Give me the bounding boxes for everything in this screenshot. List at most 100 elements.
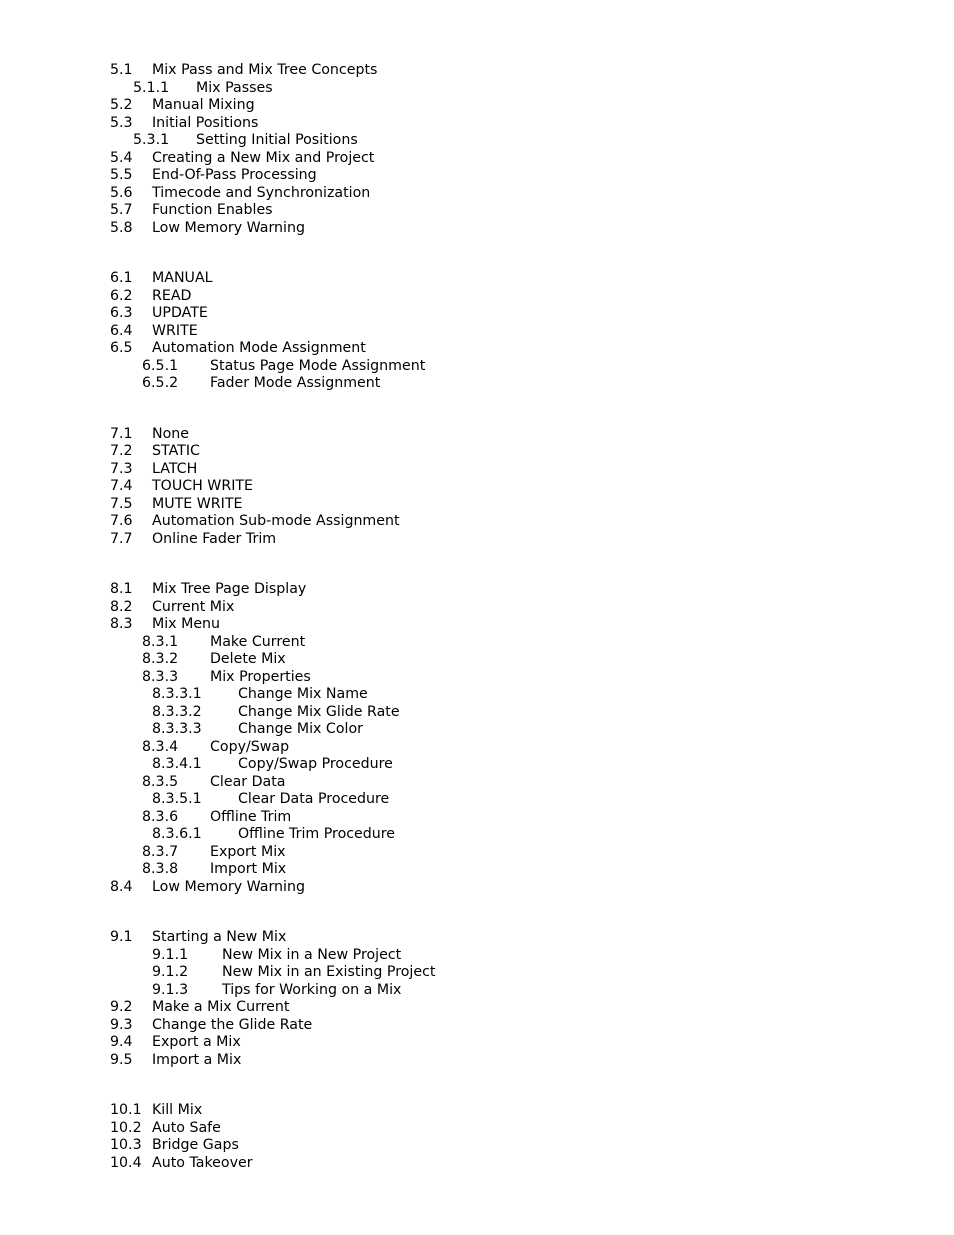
toc-entry[interactable]: 6.5 Automation Mode Assignment — [0, 340, 954, 358]
toc-entry-title: Change Mix Color — [238, 721, 363, 737]
toc-entry[interactable]: 8.3.3 Mix Properties — [0, 669, 954, 687]
toc-entry[interactable]: 8.3.7 Export Mix — [0, 844, 954, 862]
toc-entry-number: 9.3 — [110, 1016, 133, 1033]
toc-section-block: 6.1 MANUAL 6.2 READ 6.3 UPDATE 6.4 WRITE 6.5 Auto… — [0, 270, 954, 393]
toc-entry[interactable]: 5.3.1 Setting Initial Positions — [0, 132, 954, 150]
toc-entry[interactable]: 7.1 None — [0, 426, 954, 444]
toc-entry-number: 8.3.4 — [142, 738, 179, 755]
toc-entry-title: Export Mix — [210, 843, 286, 860]
toc-entry[interactable]: 8.3.6 Offline Trim — [0, 809, 954, 827]
toc-entry-number: 10.2 — [110, 1119, 142, 1136]
toc-entry-title: Timecode and Synchronization — [152, 184, 371, 201]
toc-entry-title: LATCH — [152, 460, 198, 477]
toc-entry[interactable]: 8.3.2 Delete Mix — [0, 651, 954, 669]
toc-entry-number: 8.3.1 — [142, 633, 179, 650]
toc-entry[interactable]: 7.3 LATCH — [0, 461, 954, 479]
toc-entry[interactable]: 6.3 UPDATE — [0, 305, 954, 323]
toc-entry[interactable]: 6.5.1 Status Page Mode Assignment — [0, 358, 954, 376]
toc-entry[interactable]: 10.3 Bridge Gaps — [0, 1137, 954, 1155]
toc-entry-title: Clear Data — [210, 773, 286, 790]
toc-entry-title: MUTE WRITE — [152, 495, 243, 512]
toc-entry[interactable]: 10.4 Auto Takeover — [0, 1155, 954, 1173]
toc-entry[interactable]: 8.3.3.1 Change Mix Name — [0, 686, 954, 704]
toc-entry-title: Auto Takeover — [152, 1154, 253, 1171]
toc-entry[interactable]: 6.5.2 Fader Mode Assignment — [0, 375, 954, 393]
toc-entry[interactable]: 5.6 Timecode and Synchronization — [0, 185, 954, 203]
toc-entry[interactable]: 9.4 Export a Mix — [0, 1034, 954, 1052]
toc-entry-title: New Mix in an Existing Project — [222, 964, 436, 980]
toc-entry[interactable]: 5.7 Function Enables — [0, 202, 954, 220]
toc-entry-number: 8.3.3.2 — [152, 703, 202, 720]
toc-entry-number: 5.7 — [110, 202, 133, 218]
toc-entry-title: STATIC — [152, 443, 200, 459]
toc-entry-number: 5.2 — [110, 97, 133, 113]
toc-entry[interactable]: 7.6 Automation Sub-mode Assignment — [0, 513, 954, 531]
toc-entry[interactable]: 5.1 Mix Pass and Mix Tree Concepts — [0, 62, 954, 80]
toc-entry[interactable]: 7.2 STATIC — [0, 443, 954, 461]
toc-entry[interactable]: 10.2 Auto Safe — [0, 1120, 954, 1138]
toc-entry-title: MANUAL — [152, 270, 213, 286]
toc-entry-title: Automation Mode Assignment — [152, 340, 366, 356]
toc-entry[interactable]: 9.5 Import a Mix — [0, 1052, 954, 1070]
toc-entry-number: 7.4 — [110, 478, 133, 494]
toc-entry-number: 7.3 — [110, 460, 133, 477]
toc-entry-title: Offline Trim Procedure — [238, 826, 396, 842]
toc-entry-number: 8.4 — [110, 878, 133, 895]
toc-entry[interactable]: 7.7 Online Fader Trim — [0, 531, 954, 549]
toc-entry-title: Copy/Swap Procedure — [238, 756, 393, 772]
toc-entry-number: 9.1 — [110, 929, 133, 945]
toc-entry[interactable]: 5.4 Creating a New Mix and Project — [0, 150, 954, 168]
toc-entry-number: 5.6 — [110, 184, 133, 201]
toc-entry[interactable]: 9.2 Make a Mix Current — [0, 999, 954, 1017]
toc-entry-number: 7.6 — [110, 513, 133, 529]
toc-entry[interactable]: 5.5 End-Of-Pass Processing — [0, 167, 954, 185]
toc-entry[interactable]: 8.1 Mix Tree Page Display — [0, 581, 954, 599]
toc-entry[interactable]: 8.3.4 Copy/Swap — [0, 739, 954, 757]
toc-entry[interactable]: 8.3.5.1 Clear Data Procedure — [0, 791, 954, 809]
toc-entry-number: 6.5.2 — [142, 375, 179, 391]
toc-entry-title: Make Current — [210, 633, 306, 650]
toc-entry[interactable]: 5.8 Low Memory Warning — [0, 220, 954, 238]
toc-entry-number: 8.3.5 — [142, 773, 179, 790]
toc-entry[interactable]: 8.2 Current Mix — [0, 599, 954, 617]
toc-entry-title: Manual Mixing — [152, 97, 255, 113]
toc-entry[interactable]: 7.4 TOUCH WRITE — [0, 478, 954, 496]
toc-entry-number: 5.8 — [110, 219, 133, 236]
toc-entry[interactable]: 7.5 MUTE WRITE — [0, 496, 954, 514]
toc-entry-number: 8.3 — [110, 616, 133, 632]
toc-entry[interactable]: 6.4 WRITE — [0, 323, 954, 341]
toc-entry-title: Import a Mix — [152, 1051, 242, 1068]
toc-entry[interactable]: 8.3.6.1 Offline Trim Procedure — [0, 826, 954, 844]
toc-entry[interactable]: 5.2 Manual Mixing — [0, 97, 954, 115]
toc-entry-number: 10.1 — [110, 1102, 142, 1118]
toc-entry[interactable]: 8.4 Low Memory Warning — [0, 879, 954, 897]
toc-entry[interactable]: 5.1.1 Mix Passes — [0, 80, 954, 98]
toc-entry[interactable]: 10.1 Kill Mix — [0, 1102, 954, 1120]
toc-entry[interactable]: 6.1 MANUAL — [0, 270, 954, 288]
toc-entry[interactable]: 8.3.5 Clear Data — [0, 774, 954, 792]
toc-entry[interactable]: 8.3.1 Make Current — [0, 634, 954, 652]
toc-entry-number: 8.3.4.1 — [152, 756, 202, 772]
toc-section-block: 7.1 None 7.2 STATIC 7.3 LATCH 7.4 TOUCH WRITE 7.… — [0, 426, 954, 549]
toc-entry[interactable]: 9.3 Change the Glide Rate — [0, 1017, 954, 1035]
toc-entry[interactable]: 9.1.2 New Mix in an Existing Project — [0, 964, 954, 982]
toc-entry[interactable]: 8.3.3.3 Change Mix Color — [0, 721, 954, 739]
toc-entry[interactable]: 9.1.3 Tips for Working on a Mix — [0, 982, 954, 1000]
toc-entry-number: 6.4 — [110, 322, 133, 339]
toc-entry[interactable]: 5.3 Initial Positions — [0, 115, 954, 133]
toc-entry[interactable]: 8.3.3.2 Change Mix Glide Rate — [0, 704, 954, 722]
toc-entry-number: 9.1.2 — [152, 964, 189, 980]
toc-entry-title: Function Enables — [152, 202, 273, 218]
toc-entry[interactable]: 9.1 Starting a New Mix — [0, 929, 954, 947]
toc-entry-number: 8.2 — [110, 598, 133, 615]
toc-entry-number: 6.1 — [110, 270, 133, 286]
toc-entry-title: New Mix in a New Project — [222, 946, 402, 963]
toc-entry[interactable]: 8.3 Mix Menu — [0, 616, 954, 634]
toc-entry-number: 6.3 — [110, 305, 133, 321]
toc-entry-title: Mix Tree Page Display — [152, 581, 307, 597]
toc-entry-title: Low Memory Warning — [152, 219, 305, 236]
toc-entry[interactable]: 6.2 READ — [0, 288, 954, 306]
toc-entry[interactable]: 8.3.8 Import Mix — [0, 861, 954, 879]
toc-entry[interactable]: 8.3.4.1 Copy/Swap Procedure — [0, 756, 954, 774]
toc-entry[interactable]: 9.1.1 New Mix in a New Project — [0, 947, 954, 965]
